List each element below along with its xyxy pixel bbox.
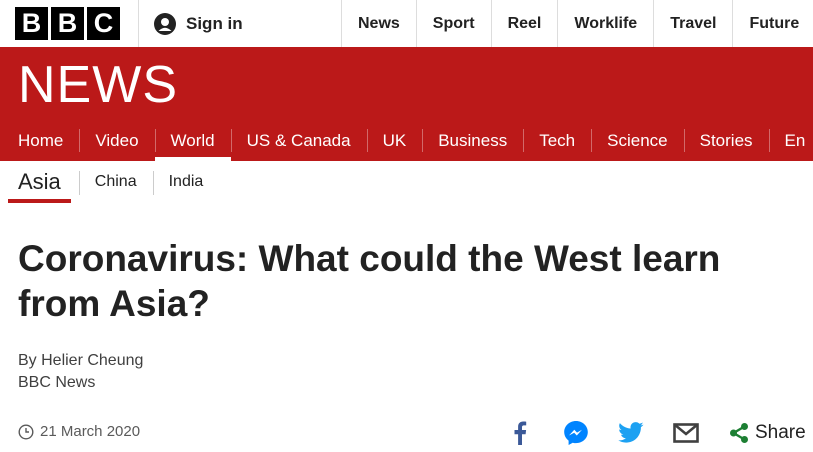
main-nav-uk[interactable]: UK: [366, 120, 423, 161]
sub-nav-china[interactable]: China: [78, 161, 153, 203]
email-icon: [673, 423, 699, 443]
twitter-share-button[interactable]: [617, 418, 645, 448]
twitter-icon: [618, 422, 644, 443]
share-tools: Share: [0, 418, 813, 448]
main-nav-entertainment[interactable]: En: [768, 120, 813, 161]
top-nav-worklife[interactable]: Worklife: [557, 0, 653, 47]
share-button[interactable]: Share: [729, 418, 809, 448]
main-nav-stories[interactable]: Stories: [683, 120, 769, 161]
main-nav: Home Video World US & Canada UK Business…: [0, 120, 813, 161]
facebook-share-button[interactable]: [508, 418, 532, 448]
main-nav-tech[interactable]: Tech: [523, 120, 591, 161]
byline-author: By Helier Cheung: [18, 352, 144, 369]
top-nav-future[interactable]: Future: [732, 0, 813, 47]
top-bar: B B C Sign in News Sport Reel Worklife T…: [0, 0, 813, 48]
article-headline: Coronavirus: What could the West learn f…: [18, 238, 721, 324]
top-nav-reel[interactable]: Reel: [490, 0, 558, 47]
sub-nav-section-asia[interactable]: Asia: [8, 161, 71, 203]
main-nav-science[interactable]: Science: [591, 120, 683, 161]
messenger-share-button[interactable]: [562, 418, 590, 448]
top-nav-travel[interactable]: Travel: [653, 0, 732, 47]
user-icon: [154, 12, 176, 35]
news-banner: NEWS: [0, 47, 813, 120]
facebook-icon: [514, 421, 527, 445]
share-icon: [730, 423, 748, 443]
sub-nav-india[interactable]: India: [152, 161, 220, 203]
email-share-button[interactable]: [672, 418, 700, 448]
main-nav-home[interactable]: Home: [0, 120, 79, 161]
main-nav-business[interactable]: Business: [422, 120, 523, 161]
news-logo[interactable]: NEWS: [18, 55, 178, 115]
main-nav-world[interactable]: World: [154, 120, 231, 161]
top-nav-sport[interactable]: Sport: [415, 0, 491, 47]
sign-in-button[interactable]: Sign in: [138, 0, 243, 47]
top-nav-news[interactable]: News: [341, 0, 416, 47]
messenger-icon: [564, 421, 588, 445]
share-label: Share: [755, 422, 806, 443]
main-nav-video[interactable]: Video: [79, 120, 154, 161]
top-nav: News Sport Reel Worklife Travel Future: [341, 0, 813, 47]
sub-nav: Asia China India: [0, 161, 813, 207]
bbc-logo-letter: B: [15, 7, 48, 40]
bbc-logo-letter: B: [51, 7, 84, 40]
bbc-logo[interactable]: B B C: [15, 7, 120, 40]
sign-in-label: Sign in: [186, 13, 243, 33]
main-nav-us-canada[interactable]: US & Canada: [230, 120, 367, 161]
bbc-logo-letter: C: [87, 7, 120, 40]
byline-organization: BBC News: [18, 374, 96, 391]
